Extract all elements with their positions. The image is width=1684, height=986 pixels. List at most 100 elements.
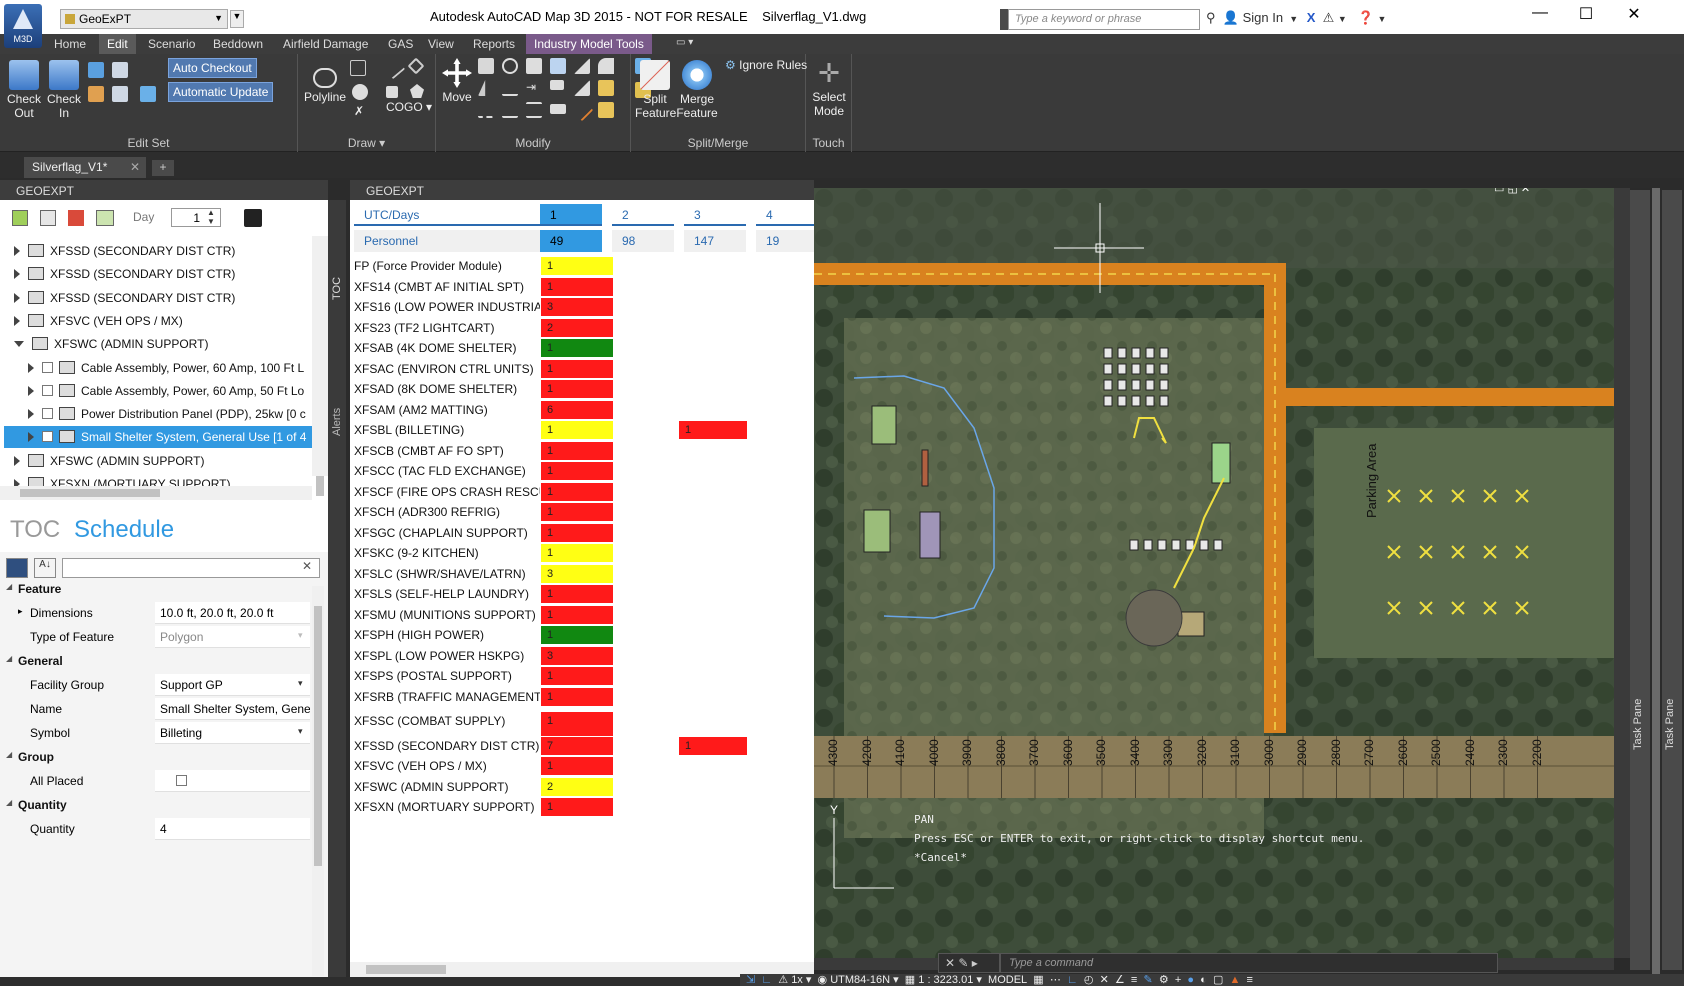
- sign-in-button[interactable]: Sign In: [1243, 10, 1283, 25]
- schedule-cell[interactable]: 1: [540, 420, 614, 440]
- array-icon[interactable]: [550, 58, 566, 74]
- collapse-icon[interactable]: ◢: [6, 582, 12, 591]
- property-row[interactable]: Symbol Billeting ▾: [0, 722, 310, 744]
- chevron-down-icon[interactable]: ▾: [298, 630, 303, 641]
- property-search-input[interactable]: [62, 558, 320, 578]
- categorized-icon[interactable]: [6, 558, 28, 578]
- chevron-down-icon[interactable]: ▾: [298, 726, 303, 737]
- schedule-cell[interactable]: 3: [540, 563, 614, 584]
- plus-icon[interactable]: +: [1175, 974, 1181, 986]
- schedule-cell[interactable]: 1: [678, 420, 748, 440]
- toc-item[interactable]: Power Distribution Panel (PDP), 25kw [0 …: [4, 403, 312, 425]
- toc-item[interactable]: XFSSD (SECONDARY DIST CTR): [4, 287, 312, 309]
- day-column-header[interactable]: 3: [684, 204, 746, 226]
- map-canvas[interactable]: Y 4300 4200 4100 4000 3900 3800 3700 3600 3500 34…: [814, 188, 1614, 958]
- tab-reports[interactable]: Reports: [473, 34, 515, 54]
- select-mode-button[interactable]: ✛ Select Mode: [810, 58, 848, 118]
- property-category[interactable]: ◢ Feature: [0, 578, 310, 600]
- expand-icon[interactable]: [28, 432, 34, 443]
- tab-toc[interactable]: TOC: [10, 516, 60, 544]
- tab-schedule[interactable]: Schedule: [74, 516, 174, 544]
- sort-alpha-icon[interactable]: A↓: [34, 558, 56, 578]
- offset-icon[interactable]: [502, 102, 518, 118]
- edit-attributes-icon[interactable]: [598, 80, 614, 96]
- binoculars-icon[interactable]: ⚲: [1206, 10, 1216, 25]
- maximize-button[interactable]: ☐: [1566, 4, 1606, 28]
- side-tab-alerts[interactable]: Alerts: [331, 408, 343, 436]
- point-icon[interactable]: [386, 86, 398, 98]
- all-placed-checkbox[interactable]: [176, 775, 187, 786]
- property-category[interactable]: ◢ General: [0, 650, 310, 672]
- fillet-icon[interactable]: [598, 58, 614, 74]
- break-icon[interactable]: [478, 102, 494, 118]
- draw-title[interactable]: Draw ▾: [298, 136, 435, 150]
- day-column-header[interactable]: 1: [540, 204, 602, 226]
- polyline-button[interactable]: Polyline: [302, 68, 348, 104]
- osnap-icon[interactable]: ✕: [1100, 974, 1109, 986]
- map-scale[interactable]: 1 : 3223.01: [918, 974, 973, 986]
- collapse-icon[interactable]: ◢: [6, 750, 12, 759]
- schedule-cell[interactable]: 6: [540, 399, 614, 420]
- schedule-cell[interactable]: 1: [540, 502, 614, 522]
- expand-icon[interactable]: [28, 362, 34, 373]
- qat-customize-icon[interactable]: ▼: [230, 10, 244, 28]
- building-icon[interactable]: ▦: [905, 974, 915, 986]
- property-category[interactable]: ◢ Group: [0, 746, 310, 768]
- group-icon[interactable]: [550, 104, 566, 114]
- property-row[interactable]: Name Small Shelter System, Gener: [0, 698, 310, 720]
- toc-hscrollbar[interactable]: [0, 486, 312, 500]
- task-pane-tab-2[interactable]: Task Pane: [1662, 190, 1682, 970]
- isolate-icon[interactable]: ●: [1187, 974, 1194, 986]
- help-icon[interactable]: ❓: [1358, 10, 1374, 25]
- tab-view[interactable]: View: [428, 34, 454, 54]
- check-out-button[interactable]: Check Out: [6, 60, 42, 120]
- schedule-cell[interactable]: 1: [540, 379, 614, 399]
- schedule-cell[interactable]: 3: [540, 645, 614, 666]
- property-row[interactable]: All Placed: [0, 770, 310, 792]
- schedule-cell[interactable]: 1: [540, 481, 614, 502]
- chevron-down-icon[interactable]: ▼: [1338, 14, 1347, 24]
- alert-chart-icon[interactable]: [68, 210, 84, 226]
- workspace-dropdown[interactable]: GeoExPT ▼: [60, 9, 228, 29]
- toc-item[interactable]: XFSVC (VEH OPS / MX): [4, 310, 312, 332]
- grid-icon[interactable]: [112, 86, 128, 102]
- side-tab-toc[interactable]: TOC: [331, 277, 343, 300]
- close-icon[interactable]: ✕: [130, 160, 140, 174]
- circle-icon[interactable]: [352, 84, 368, 100]
- schedule-cell[interactable]: 1: [540, 440, 614, 461]
- snap-grid-icon[interactable]: ⋯: [1050, 974, 1061, 986]
- erase-icon[interactable]: [598, 102, 614, 118]
- layer-visibility-icon[interactable]: [42, 361, 53, 373]
- annotation-scale[interactable]: 1x: [791, 974, 803, 986]
- connect-icon[interactable]: ⚠: [1323, 10, 1335, 25]
- add-table-icon[interactable]: [96, 210, 114, 226]
- command-tools[interactable]: ✕ ✎ ▸: [938, 953, 1000, 973]
- collapse-icon[interactable]: [14, 341, 24, 348]
- globe-icon[interactable]: ◉: [818, 974, 828, 986]
- layer-visibility-icon[interactable]: [42, 408, 53, 420]
- user-icon[interactable]: 👤: [1223, 10, 1239, 25]
- schedule-cell[interactable]: 1: [540, 797, 614, 817]
- expand-icon[interactable]: [14, 315, 20, 326]
- copy-icon[interactable]: [478, 58, 494, 74]
- data-connect-icon[interactable]: [12, 210, 28, 226]
- settings-icon[interactable]: ⚙: [1159, 974, 1169, 986]
- chevron-down-icon[interactable]: ▼: [1378, 14, 1387, 24]
- grid-icon[interactable]: ▦: [1033, 974, 1043, 986]
- automatic-update-toggle[interactable]: Automatic Update: [168, 82, 274, 102]
- clear-search-icon[interactable]: ✕: [302, 559, 312, 573]
- tab-industry-model-tools[interactable]: Industry Model Tools: [526, 34, 652, 54]
- cross-icon[interactable]: ✗: [354, 104, 364, 118]
- attribute-table-icon[interactable]: [112, 62, 128, 78]
- cogo-button[interactable]: COGO ▾: [386, 100, 432, 114]
- close-button[interactable]: ✕: [1614, 4, 1654, 28]
- expand-icon[interactable]: [14, 455, 20, 466]
- rotate-icon[interactable]: [502, 58, 518, 74]
- task-pane-tab[interactable]: Task Pane: [1630, 190, 1650, 970]
- chamfer-icon[interactable]: [574, 58, 590, 74]
- property-row[interactable]: Type of Feature Polygon ▾: [0, 626, 310, 648]
- split-feature-button[interactable]: Split Feature: [635, 60, 676, 120]
- property-category[interactable]: ◢ Quantity: [0, 794, 310, 816]
- schedule-cell[interactable]: 1: [540, 522, 614, 543]
- auto-checkout-toggle[interactable]: Auto Checkout: [168, 58, 257, 78]
